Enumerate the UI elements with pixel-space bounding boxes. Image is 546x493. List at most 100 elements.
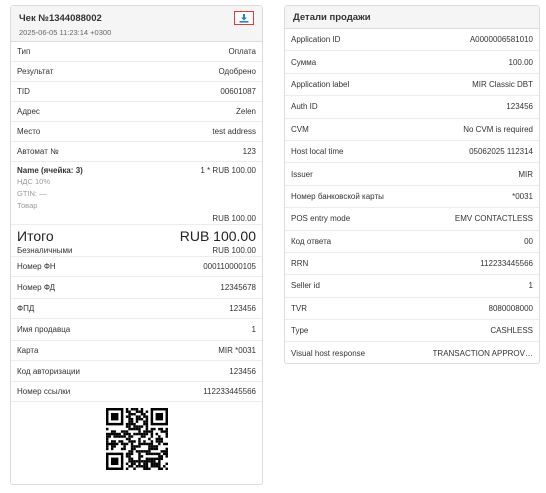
row-label: TVR (291, 303, 307, 313)
row-value: 00601087 (220, 87, 256, 96)
receipt-row: Имя продавца 1 (11, 319, 262, 341)
row-value: 000110000105 (203, 262, 256, 271)
row-label: Автомат № (17, 147, 59, 156)
row-value: No CVM is required (463, 124, 533, 134)
row-value: 123456 (229, 366, 256, 376)
receipt-row: Результат Одобрено (11, 62, 262, 82)
receipt-row: Номер ФН 000110000105 (11, 257, 262, 277)
detail-row: Сумма 100.00 (285, 51, 539, 74)
item-qty-price: 1 * RUB 100.00 (200, 166, 256, 175)
receipt-header: Чек №1344088002 2025-06-05 11:23:14 +030… (11, 6, 262, 42)
row-label: Application ID (291, 35, 341, 45)
row-label: Номер ссылки (17, 387, 71, 396)
row-value: MIR Classic DBT (472, 79, 533, 89)
details-title: Детали продажи (293, 12, 371, 23)
detail-row: TVR 8080008000 (285, 298, 539, 321)
row-value: 123456 (229, 304, 256, 313)
row-label: Host local time (291, 147, 344, 157)
detail-row: Auth ID 123456 (285, 96, 539, 119)
detail-row: RRN 112233445566 (285, 253, 539, 276)
row-value: EMV CONTACTLESS (454, 214, 533, 224)
row-value: MIR *0031 (218, 346, 256, 355)
item-name: Name (ячейка: 3) (17, 166, 83, 175)
item-sum: RUB 100.00 (212, 214, 256, 223)
row-value: 1 (251, 325, 256, 334)
row-label: ФПД (17, 304, 35, 313)
row-label: Номер банковской карты (291, 191, 384, 201)
total-value: RUB 100.00 (179, 228, 256, 244)
row-value: 8080008000 (488, 303, 534, 313)
detail-row: Application ID A0000006581010 (285, 29, 539, 52)
receipt-card: Чек №1344088002 2025-06-05 11:23:14 +030… (10, 5, 263, 485)
detail-row: POS entry mode EMV CONTACTLESS (285, 208, 539, 231)
receipt-row: Адрес Zelen (11, 102, 262, 122)
row-label: Номер ФН (17, 262, 56, 271)
receipt-datetime: 2025-06-05 11:23:14 +0300 (19, 28, 112, 37)
row-value: 00 (524, 236, 533, 246)
row-label: Application label (291, 79, 350, 89)
row-value: 100.00 (508, 57, 533, 67)
item-vat: НДС 10% (17, 177, 51, 186)
qr-code (105, 408, 168, 470)
receipt-title: Чек №1344088002 (19, 13, 102, 24)
sale-details-card: Детали продажи Application ID A0000006581… (284, 5, 540, 364)
receipt-row: Карта MIR *0031 (11, 341, 262, 361)
receipt-row: Безналичными RUB 100.00 (11, 244, 262, 257)
row-value: Zelen (235, 107, 256, 116)
total-label: Итого (17, 228, 54, 244)
receipt-row: Место test address (11, 122, 262, 142)
row-label: Номер ФД (17, 283, 56, 292)
row-label: POS entry mode (291, 214, 351, 224)
row-label: Карта (17, 346, 39, 355)
row-label: Результат (17, 67, 54, 76)
row-label: RRN (291, 259, 309, 269)
row-label: Auth ID (291, 102, 318, 112)
row-value: Одобрено (218, 67, 256, 76)
detail-row: Host local time 05062025 112314 (285, 141, 539, 164)
details-rows: Application ID A0000006581010 Сумма 100.00 A… (285, 29, 539, 365)
row-value: RUB 100.00 (212, 245, 256, 255)
row-label: Seller id (291, 281, 320, 291)
row-label: TID (17, 87, 30, 96)
details-header: Детали продажи (285, 6, 539, 29)
row-value: 123 (242, 147, 256, 156)
item-gtin: GTIN: — (17, 189, 47, 198)
row-label: Тип (17, 47, 31, 56)
row-label: Сумма (291, 57, 317, 67)
row-value: A0000006581010 (469, 35, 533, 45)
row-value: 112233445566 (480, 259, 533, 269)
download-button[interactable] (234, 11, 254, 25)
detail-row: Seller id 1 (285, 275, 539, 298)
row-label: Адрес (17, 107, 40, 116)
detail-row: Application label MIR Classic DBT (285, 74, 539, 97)
receipt-bottom-rows: Безналичными RUB 100.00 Номер ФН 0001100001… (11, 244, 262, 402)
row-label: Код ответа (291, 236, 332, 246)
row-value: Оплата (228, 47, 256, 56)
row-value: CASHLESS (490, 326, 533, 336)
download-icon (239, 13, 249, 23)
row-value: 112233445566 (203, 387, 256, 396)
row-value: TRANSACTION APPROV… (432, 349, 533, 359)
row-value: 12345678 (220, 283, 256, 292)
row-label: Visual host response (291, 349, 366, 359)
row-value: MIR (518, 169, 533, 179)
receipt-row: ФПД 123456 (11, 299, 262, 319)
receipt-item: Name (ячейка: 3) 1 * RUB 100.00 НДС 10% … (11, 162, 262, 225)
row-value: 123456 (506, 102, 533, 112)
detail-row: Type CASHLESS (285, 320, 539, 343)
row-value: test address (212, 127, 256, 136)
row-label: Issuer (291, 169, 313, 179)
row-label: Безналичными (17, 245, 73, 255)
receipt-row: Номер ФД 12345678 (11, 277, 262, 299)
row-value: *0031 (512, 191, 533, 201)
receipt-row: Номер ссылки 112233445566 (11, 382, 262, 402)
receipt-row: Код авторизации 123456 (11, 361, 262, 382)
item-kind: Товар (17, 201, 38, 210)
detail-row: Код ответа 00 (285, 231, 539, 253)
row-value: 1 (528, 281, 533, 291)
row-value: 05062025 112314 (469, 147, 533, 157)
row-label: Место (17, 127, 41, 136)
detail-row: Номер банковской карты *0031 (285, 186, 539, 209)
receipt-row: Автомат № 123 (11, 142, 262, 162)
row-label: Имя продавца (17, 325, 71, 334)
